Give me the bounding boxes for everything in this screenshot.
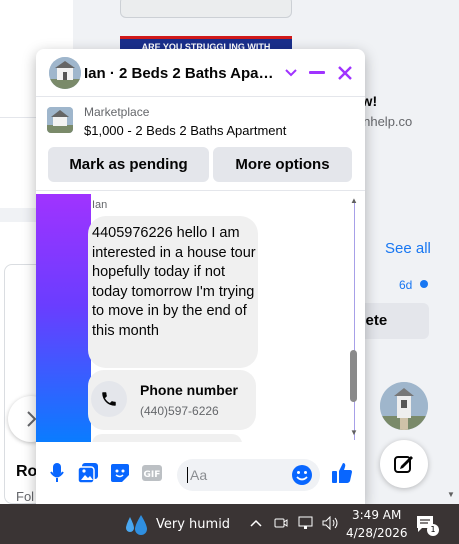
network-icon[interactable] [298, 516, 314, 534]
scrollbar-track [354, 200, 355, 440]
scrollbar-thumb[interactable] [350, 350, 357, 402]
listing-title[interactable]: $1,000 - 2 Beds 2 Baths Apartment [84, 123, 286, 138]
weather-status[interactable]: Very humid [156, 517, 230, 532]
chat-header[interactable]: Ian · 2 Beds 2 Baths Apartment [36, 49, 365, 97]
listing-thumbnail[interactable] [47, 107, 73, 133]
microphone-icon[interactable] [46, 462, 68, 484]
house-photo-icon [47, 107, 73, 133]
house-photo-icon [380, 382, 428, 430]
chevron-down-icon[interactable] [281, 63, 301, 83]
listing-category: Marketplace [84, 105, 150, 119]
card-title: Ro [16, 463, 38, 480]
volume-icon[interactable] [322, 515, 340, 534]
more-options-button[interactable]: More options [213, 147, 352, 182]
thumbs-up-icon[interactable] [331, 462, 353, 484]
notification-badge: 1 [427, 524, 439, 536]
minimize-icon[interactable] [307, 63, 327, 83]
chevron-up-icon[interactable] [250, 516, 262, 531]
phone-number-label: Phone number [140, 382, 239, 398]
notification-time: 6d [399, 278, 413, 292]
message-thread-gradient [36, 194, 91, 442]
card-subtitle: Fol [16, 489, 35, 504]
message-thread[interactable]: Ian 4405976226 hello I am interested in … [36, 192, 365, 442]
mark-as-pending-button[interactable]: Mark as pending [48, 147, 209, 182]
phone-icon [91, 381, 127, 417]
house-photo-icon [49, 57, 81, 89]
close-icon[interactable] [335, 63, 355, 83]
text-caret [187, 467, 188, 483]
message-composer: GIF Aa [36, 449, 365, 499]
emoji-icon[interactable] [291, 464, 313, 486]
new-message-button[interactable] [380, 440, 428, 488]
message-input-placeholder: Aa [190, 467, 208, 483]
phone-number-value[interactable]: (440)597-6226 [140, 404, 219, 418]
meet-now-icon[interactable] [274, 516, 288, 534]
chat-title[interactable]: Ian · 2 Beds 2 Baths Apartment [84, 65, 278, 82]
unread-dot [420, 280, 428, 288]
scroll-down-arrow[interactable]: ▼ [350, 428, 358, 437]
see-all-link[interactable]: See all [385, 240, 431, 257]
gif-label: GIF [144, 470, 161, 480]
sponsored-image-top [120, 0, 292, 18]
message-scrollbar[interactable]: ▲ ▼ [346, 192, 365, 442]
windows-taskbar: Very humid 3:49 AM 4/28/2026 1 [0, 504, 459, 544]
gif-icon[interactable]: GIF [141, 462, 163, 484]
weather-drops-icon[interactable] [122, 513, 150, 541]
chat-window: Ian · 2 Beds 2 Baths Apartment Marketpla… [36, 49, 365, 504]
sender-name: Ian [92, 199, 108, 211]
clock-date[interactable]: 4/28/2026 [346, 526, 408, 540]
page-scroll-down[interactable]: ▼ [447, 490, 455, 499]
compose-icon [394, 456, 413, 473]
clock-time[interactable]: 3:49 AM [352, 508, 401, 522]
avatar[interactable] [49, 57, 81, 89]
scroll-up-arrow[interactable]: ▲ [350, 196, 358, 205]
message-text: 4405976226 hello I am interested in a ho… [92, 225, 256, 339]
chat-head-avatar[interactable] [380, 382, 428, 430]
marketplace-listing-banner: Marketplace $1,000 - 2 Beds 2 Baths Apar… [36, 97, 365, 191]
photo-icon[interactable] [77, 462, 99, 484]
next-message-card[interactable] [92, 434, 242, 442]
message-input[interactable]: Aa [177, 459, 320, 491]
sticker-icon[interactable] [109, 462, 131, 484]
